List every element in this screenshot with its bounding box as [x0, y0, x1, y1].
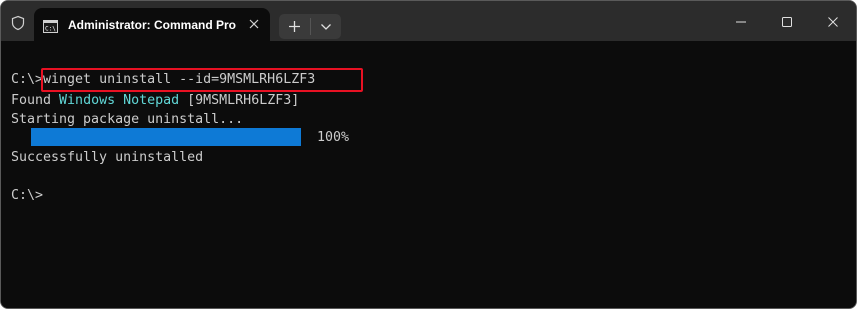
package-id: [9MSMLRH6LZF3] — [179, 93, 300, 108]
shield-icon — [10, 15, 26, 31]
prompt: C:\> — [11, 72, 44, 87]
close-icon — [249, 19, 259, 29]
close-window-button[interactable] — [810, 1, 856, 41]
terminal-window: C:\ Administrator: Command Pro C:\>winge… — [0, 0, 857, 309]
found-line: Found Windows Notepad [9MSMLRH6LZF3] — [11, 91, 299, 110]
progress-percent: 100% — [317, 130, 350, 145]
found-prefix: Found — [11, 93, 60, 108]
tab-title: Administrator: Command Pro — [68, 18, 237, 32]
command-highlight-box — [41, 68, 363, 92]
plus-icon — [289, 21, 300, 32]
minimize-icon — [736, 21, 746, 23]
title-bar[interactable]: C:\ Administrator: Command Pro — [1, 1, 856, 41]
tab-command-prompt[interactable]: C:\ Administrator: Command Pro — [34, 8, 270, 41]
progress-fill — [31, 128, 301, 146]
final-prompt: C:\> — [11, 188, 44, 203]
starting-line: Starting package uninstall... — [11, 112, 244, 127]
success-line: Successfully uninstalled — [11, 150, 204, 165]
new-tab-button[interactable] — [279, 14, 310, 39]
chevron-down-icon — [321, 24, 331, 30]
maximize-button[interactable] — [764, 1, 810, 41]
progress-bar — [31, 128, 301, 146]
console-output[interactable]: C:\>winget uninstall --id=9MSMLRH6LZF3 F… — [1, 41, 856, 308]
new-tab-controls — [279, 14, 341, 39]
maximize-icon — [782, 17, 792, 27]
package-name: Windows Notepad — [59, 93, 180, 108]
svg-text:C:\: C:\ — [45, 26, 56, 33]
tab-dropdown-button[interactable] — [311, 14, 341, 39]
command-prompt-icon: C:\ — [43, 18, 58, 33]
close-tab-button[interactable] — [246, 16, 262, 32]
minimize-button[interactable] — [718, 1, 764, 41]
close-icon — [828, 17, 838, 27]
